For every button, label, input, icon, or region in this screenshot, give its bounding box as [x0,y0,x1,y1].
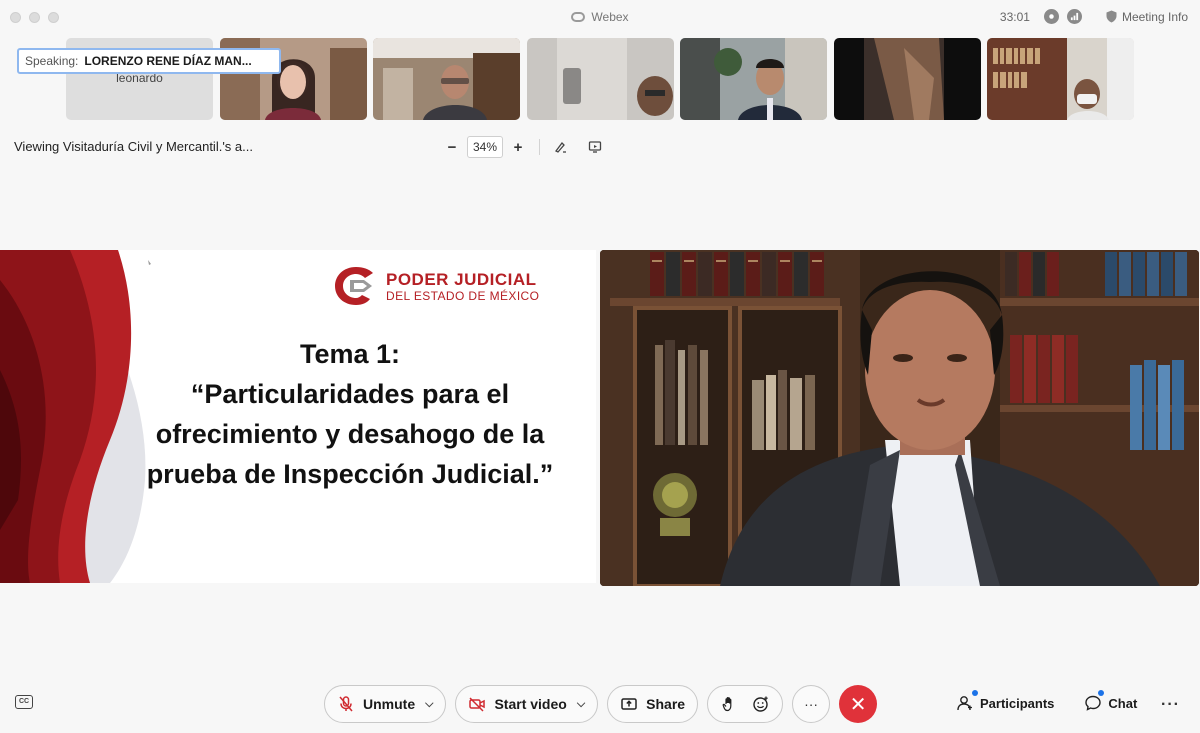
participants-notification-dot [972,690,978,696]
annotate-icon[interactable] [554,140,568,154]
participant-video [527,38,674,120]
zoom-level-field[interactable]: 34% [467,136,503,158]
unmute-button[interactable]: Unmute ⌵ [324,685,447,723]
share-screen-icon [621,698,637,710]
leave-meeting-button[interactable]: ✕ [839,685,878,723]
slide-title-line: prueba de Inspección Judicial.” [146,459,554,489]
video-options-chevron-icon[interactable]: ⌵ [577,698,585,711]
audio-options-chevron-icon[interactable]: ⌵ [425,698,433,711]
shared-slide: PODER JUDICIAL DEL ESTADO DE MÉXICO Tema… [0,250,596,583]
slide-title-line: “Particularidades para el [190,379,510,409]
chat-label: Chat [1108,695,1138,711]
poder-judicial-logo: PODER JUDICIAL DEL ESTADO DE MÉXICO [332,264,539,308]
reactions-group [707,685,784,723]
request-control-icon[interactable] [588,140,602,154]
muted-microphone-icon [339,696,353,712]
slide-title: Tema 1: “Particularidades para el ofreci… [110,334,590,494]
raise-hand-icon[interactable] [720,695,738,713]
more-options-button[interactable]: ··· [792,685,831,723]
unmute-label: Unmute [363,696,416,712]
participant-thumbnail[interactable] [527,38,674,120]
app-title-text: Webex [591,10,629,24]
participants-label: Participants [980,695,1055,711]
zoom-in-button[interactable]: + [511,139,525,156]
start-video-label: Start video [494,696,567,712]
meeting-info-label: Meeting Info [1121,9,1188,24]
active-speaker-indicator: Speaking: LORENZO RENE DÍAZ MAN... [17,48,281,74]
logo-line-2: DEL ESTADO DE MÉXICO [386,288,540,303]
chat-bubble-icon [1085,695,1102,711]
participant-video [834,38,981,120]
zoom-controls: − 34% + [445,136,602,158]
panel-controls: Participants Chat [956,690,1138,712]
shared-content-title: Viewing Visitaduría Civil y Mercantil.'s… [14,139,253,154]
closed-captions-button[interactable]: CC [15,695,33,709]
share-label: Share [646,696,686,712]
participants-icon [957,696,972,711]
participant-video [680,38,827,120]
recording-status-icon[interactable] [1043,9,1059,24]
start-video-button[interactable]: Start video ⌵ [455,685,599,723]
logo-line-1: PODER JUDICIAL [386,269,537,289]
slide-title-line: ofrecimiento y desahogo de la [155,419,545,449]
overflow-menu-button[interactable]: ··· [1161,696,1180,714]
active-speaker-name: LORENZO RENE DÍAZ MAN... [84,54,252,68]
network-health-icon[interactable] [1066,9,1082,24]
participants-button[interactable]: Participants [956,690,1055,712]
shield-icon [1106,10,1117,23]
zoom-divider [539,139,540,155]
participant-thumbnail[interactable] [987,38,1134,120]
reactions-emoji-icon[interactable] [752,695,770,713]
participant-thumbnail[interactable] [373,38,520,120]
participant-thumbnail[interactable] [834,38,981,120]
video-off-icon [469,697,486,712]
title-bar: Webex 33:01 Meeting Info [0,0,1200,34]
zoom-out-button[interactable]: − [445,139,459,156]
share-button[interactable]: Share [607,685,699,723]
slide-title-line: Tema 1: [299,339,401,369]
webex-logo-icon [571,12,586,22]
participant-thumbnail[interactable] [680,38,827,120]
meeting-info-button[interactable]: Meeting Info [1106,10,1188,24]
chat-notification-dot [1098,690,1105,696]
poder-judicial-emblem-icon [335,267,373,305]
title-bar-right: 33:01 Meeting Info [1000,9,1188,24]
participant-video [987,38,1134,120]
speaker-video-feed [600,250,1199,586]
speaking-prefix: Speaking: [25,54,79,68]
meeting-timer: 33:01 [999,9,1030,24]
chat-button[interactable]: Chat [1084,690,1138,712]
participant-video [373,38,520,120]
meeting-controls: Unmute ⌵ Start video ⌵ Share ··· ✕ [324,685,878,723]
active-speaker-video[interactable] [600,250,1199,586]
